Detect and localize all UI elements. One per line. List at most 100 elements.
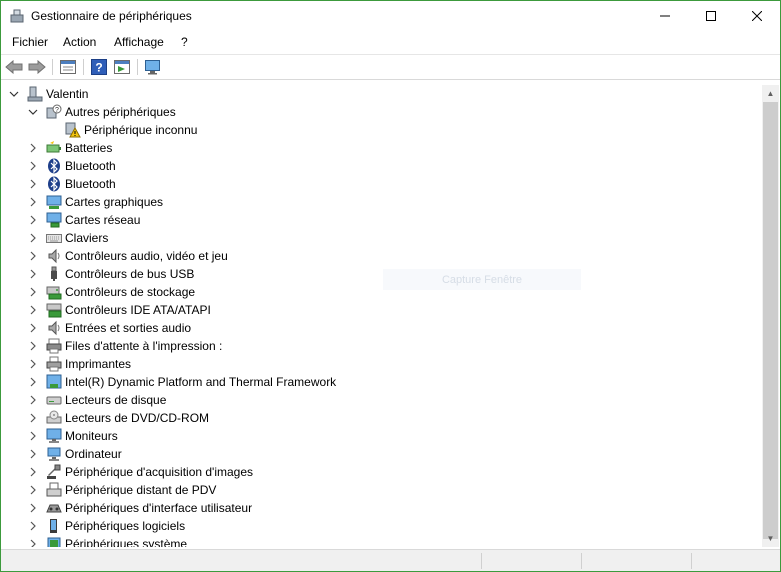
expand-toggle[interactable] — [28, 395, 38, 405]
forward-button[interactable] — [28, 58, 46, 76]
tree-category[interactable]: Entrées et sorties audio — [28, 319, 191, 337]
tree-category[interactable]: Lecteurs de DVD/CD-ROM — [28, 409, 209, 427]
storage-icon — [46, 286, 62, 300]
menu-action[interactable]: Action — [63, 35, 96, 49]
device-manager-icon — [10, 9, 24, 23]
window-title: Gestionnaire de périphériques — [31, 9, 192, 23]
expand-toggle[interactable] — [28, 161, 38, 171]
device-icon — [46, 482, 62, 498]
back-arrow-icon — [5, 60, 23, 74]
chevron-right-icon — [30, 197, 36, 207]
tree-category[interactable]: Périphériques système — [28, 535, 187, 547]
tree-category[interactable]: Cartes graphiques — [28, 193, 163, 211]
tree-category[interactable]: Lecteurs de disque — [28, 391, 166, 409]
expand-toggle[interactable] — [28, 431, 38, 441]
tree-category[interactable]: Contrôleurs IDE ATA/ATAPI — [28, 301, 211, 319]
tree-category[interactable]: Cartes réseau — [28, 211, 140, 229]
device-icon — [46, 194, 62, 210]
tree-category[interactable]: Périphérique distant de PDV — [28, 481, 216, 499]
toolbar-separator — [83, 59, 84, 75]
expand-toggle[interactable] — [28, 179, 38, 189]
chevron-right-icon — [30, 539, 36, 547]
scan-hardware-button[interactable] — [144, 58, 162, 76]
tree-category[interactable]: Intel(R) Dynamic Platform and Thermal Fr… — [28, 373, 336, 391]
tree-category[interactable]: Files d'attente à l'impression : — [28, 337, 222, 355]
expand-toggle[interactable] — [28, 413, 38, 423]
tree-category[interactable]: ? Autres périphériques — [28, 103, 176, 121]
properties-button[interactable] — [59, 58, 77, 76]
expand-toggle[interactable] — [28, 449, 38, 459]
status-bar — [1, 549, 780, 571]
chevron-right-icon — [30, 305, 36, 315]
device-icon — [46, 338, 62, 354]
expand-toggle[interactable] — [28, 269, 38, 279]
tree-node-label: Contrôleurs de bus USB — [65, 267, 195, 281]
tree-category[interactable]: Contrôleurs de bus USB — [28, 265, 194, 283]
expand-toggle[interactable] — [28, 377, 38, 387]
tree-category[interactable]: Bluetooth — [28, 157, 116, 175]
expand-toggle[interactable] — [28, 503, 38, 513]
expand-toggle[interactable] — [28, 215, 38, 225]
expand-toggle[interactable] — [28, 485, 38, 495]
chevron-right-icon — [30, 341, 36, 351]
chevron-right-icon — [30, 521, 36, 531]
scroll-down-arrow[interactable]: ▼ — [762, 530, 779, 547]
forward-arrow-icon — [28, 60, 46, 74]
tree-category[interactable]: Moniteurs — [28, 427, 118, 445]
expand-toggle[interactable] — [28, 467, 38, 477]
battery-icon — [46, 141, 61, 153]
expand-toggle[interactable] — [28, 143, 38, 153]
maximize-button[interactable] — [688, 1, 734, 31]
menu-affichage[interactable]: Affichage — [114, 35, 164, 49]
warning-device-icon — [65, 122, 81, 138]
expand-toggle[interactable] — [28, 251, 38, 261]
back-button[interactable] — [5, 58, 23, 76]
tree-node-label: Bluetooth — [65, 159, 116, 173]
scrollbar-thumb[interactable] — [763, 102, 778, 539]
chevron-right-icon — [30, 485, 36, 495]
expand-toggle[interactable] — [28, 305, 38, 315]
tree-category[interactable]: Claviers — [28, 229, 108, 247]
menu-help[interactable]: ? — [181, 35, 188, 49]
expand-toggle[interactable] — [28, 323, 38, 333]
expand-toggle[interactable] — [28, 287, 38, 297]
tree-root-computer[interactable]: Valentin — [9, 85, 88, 103]
expand-toggle[interactable] — [28, 521, 38, 531]
view-button[interactable] — [113, 58, 131, 76]
device-icon — [46, 284, 62, 300]
tree-device[interactable]: Périphérique inconnu — [47, 121, 197, 139]
title-bar[interactable]: Gestionnaire de périphériques — [1, 1, 780, 31]
expand-toggle[interactable] — [28, 107, 38, 117]
device-tree: Valentin? Autres périphériques Périphériqu… — [1, 85, 762, 547]
toolbar-separator — [137, 59, 138, 75]
expand-toggle[interactable] — [28, 233, 38, 243]
tree-category[interactable]: Ordinateur — [28, 445, 122, 463]
minimize-button[interactable] — [642, 1, 688, 31]
expand-toggle[interactable] — [28, 197, 38, 207]
tree-category[interactable]: Contrôleurs de stockage — [28, 283, 195, 301]
expand-toggle[interactable] — [9, 89, 19, 99]
tree-category[interactable]: Contrôleurs audio, vidéo et jeu — [28, 247, 228, 265]
device-manager-window: Gestionnaire de périphériques Fichier Ac… — [0, 0, 781, 572]
tree-category[interactable]: Périphériques d'interface utilisateur — [28, 499, 252, 517]
chevron-right-icon — [30, 503, 36, 513]
vertical-scrollbar[interactable]: ▲ ▼ — [762, 85, 779, 547]
tree-category[interactable]: Périphériques logiciels — [28, 517, 185, 535]
tree-category[interactable]: Batteries — [28, 139, 112, 157]
help-button[interactable]: ? — [90, 58, 108, 76]
print-queue-icon — [46, 338, 62, 354]
chevron-right-icon — [30, 251, 36, 261]
device-icon — [27, 86, 43, 102]
tree-category[interactable]: Périphérique d'acquisition d'images — [28, 463, 253, 481]
expand-toggle[interactable] — [28, 359, 38, 369]
close-button[interactable] — [734, 1, 780, 31]
expand-toggle[interactable] — [28, 341, 38, 351]
tree-category[interactable]: Bluetooth — [28, 175, 116, 193]
device-icon — [46, 266, 62, 282]
scroll-up-arrow[interactable]: ▲ — [762, 85, 779, 102]
tree-category[interactable]: Imprimantes — [28, 355, 131, 373]
tree-node-label: Périphériques système — [65, 537, 188, 547]
pos-icon — [46, 482, 62, 497]
menu-fichier[interactable]: Fichier — [12, 35, 48, 49]
expand-toggle[interactable] — [28, 539, 38, 547]
